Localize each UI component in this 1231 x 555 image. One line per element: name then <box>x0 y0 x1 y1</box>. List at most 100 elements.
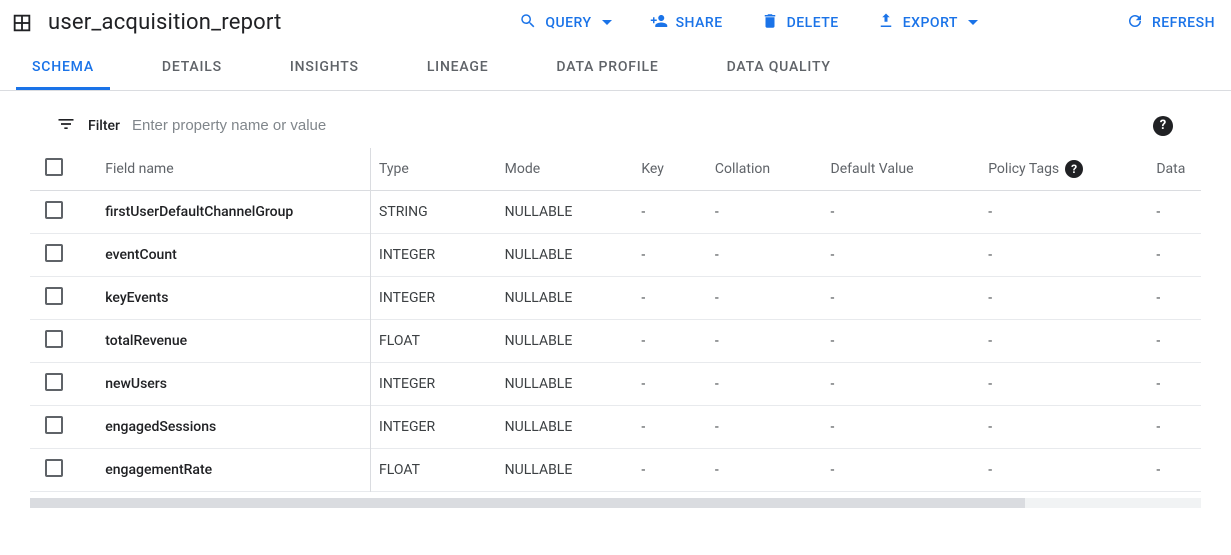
cell-default-value: - <box>823 320 981 363</box>
cell-key: - <box>633 320 707 363</box>
col-last[interactable]: Data <box>1148 148 1201 191</box>
cell-field-name: newUsers <box>97 363 370 406</box>
cell-key: - <box>633 234 707 277</box>
cell-mode: NULLABLE <box>497 406 634 449</box>
table-icon <box>10 11 34 35</box>
cell-default-value: - <box>823 363 981 406</box>
table-row: keyEventsINTEGERNULLABLE----- <box>30 277 1201 320</box>
table-row: engagedSessionsINTEGERNULLABLE----- <box>30 406 1201 449</box>
refresh-icon <box>1126 12 1144 34</box>
export-label: Export <box>903 15 958 31</box>
cell-field-name: keyEvents <box>97 277 370 320</box>
row-checkbox[interactable] <box>45 287 63 305</box>
cell-field-name: firstUserDefaultChannelGroup <box>97 191 370 234</box>
row-checkbox[interactable] <box>45 330 63 348</box>
horizontal-scrollbar[interactable] <box>30 498 1201 508</box>
tab-data-profile[interactable]: Data Profile <box>540 45 674 90</box>
cell-type: INTEGER <box>371 363 497 406</box>
cell-policy-tags: - <box>980 191 1148 234</box>
cell-default-value: - <box>823 191 981 234</box>
cell-default-value: - <box>823 449 981 492</box>
col-default-value[interactable]: Default Value <box>823 148 981 191</box>
cell-last: - <box>1148 234 1201 277</box>
cell-type: INTEGER <box>371 406 497 449</box>
cell-last: - <box>1148 277 1201 320</box>
page-title: user_acquisition_report <box>48 10 281 35</box>
row-checkbox[interactable] <box>45 244 63 262</box>
col-field-name[interactable]: Field name <box>97 148 370 191</box>
tab-data-quality[interactable]: Data Quality <box>711 45 847 90</box>
cell-mode: NULLABLE <box>497 191 634 234</box>
table-row: totalRevenueFLOATNULLABLE----- <box>30 320 1201 363</box>
cell-policy-tags: - <box>980 363 1148 406</box>
cell-mode: NULLABLE <box>497 320 634 363</box>
cell-type: STRING <box>371 191 497 234</box>
col-mode[interactable]: Mode <box>497 148 634 191</box>
filter-row: Filter ? <box>0 91 1231 148</box>
tab-schema[interactable]: Schema <box>16 45 110 90</box>
table-row: newUsersINTEGERNULLABLE----- <box>30 363 1201 406</box>
cell-policy-tags: - <box>980 234 1148 277</box>
table-header-row: Field name Type Mode Key Collation Defau… <box>30 148 1201 191</box>
header-toolbar: user_acquisition_report Query Share Dele… <box>0 0 1231 45</box>
row-checkbox[interactable] <box>45 373 63 391</box>
col-policy-tags-label: Policy Tags <box>988 161 1059 177</box>
share-label: Share <box>676 15 723 31</box>
cell-collation: - <box>707 449 823 492</box>
search-icon <box>519 12 537 34</box>
cell-field-name: engagedSessions <box>97 406 370 449</box>
col-type[interactable]: Type <box>371 148 497 191</box>
table-row: engagementRateFLOATNULLABLE----- <box>30 449 1201 492</box>
cell-key: - <box>633 449 707 492</box>
cell-collation: - <box>707 234 823 277</box>
cell-default-value: - <box>823 406 981 449</box>
delete-label: Delete <box>787 15 839 31</box>
delete-button[interactable]: Delete <box>761 12 839 34</box>
cell-collation: - <box>707 363 823 406</box>
tab-details[interactable]: Details <box>146 45 238 90</box>
help-icon[interactable]: ? <box>1065 160 1083 178</box>
export-button[interactable]: Export <box>877 12 978 34</box>
cell-default-value: - <box>823 277 981 320</box>
col-collation[interactable]: Collation <box>707 148 823 191</box>
cell-collation: - <box>707 406 823 449</box>
cell-type: INTEGER <box>371 277 497 320</box>
share-button[interactable]: Share <box>650 12 723 34</box>
select-all-checkbox[interactable] <box>45 158 63 176</box>
cell-key: - <box>633 277 707 320</box>
cell-policy-tags: - <box>980 277 1148 320</box>
cell-field-name: engagementRate <box>97 449 370 492</box>
tab-insights[interactable]: Insights <box>274 45 375 90</box>
cell-key: - <box>633 191 707 234</box>
row-checkbox[interactable] <box>45 201 63 219</box>
help-icon[interactable]: ? <box>1153 116 1173 136</box>
cell-mode: NULLABLE <box>497 234 634 277</box>
cell-last: - <box>1148 191 1201 234</box>
cell-field-name: totalRevenue <box>97 320 370 363</box>
query-label: Query <box>545 15 591 31</box>
query-button[interactable]: Query <box>519 12 611 34</box>
scrollbar-thumb[interactable] <box>30 498 1025 508</box>
tabs: Schema Details Insights Lineage Data Profile… <box>0 45 1231 91</box>
row-checkbox[interactable] <box>45 459 63 477</box>
row-checkbox[interactable] <box>45 416 63 434</box>
export-icon <box>877 12 895 34</box>
filter-input[interactable] <box>132 113 1141 138</box>
cell-default-value: - <box>823 234 981 277</box>
trash-icon <box>761 12 779 34</box>
cell-type: INTEGER <box>371 234 497 277</box>
tab-lineage[interactable]: Lineage <box>411 45 505 90</box>
table-row: firstUserDefaultChannelGroupSTRINGNULLAB… <box>30 191 1201 234</box>
col-policy-tags[interactable]: Policy Tags ? <box>980 148 1148 191</box>
header-actions: Query Share Delete Export <box>519 12 1215 34</box>
cell-last: - <box>1148 449 1201 492</box>
cell-last: - <box>1148 406 1201 449</box>
cell-last: - <box>1148 363 1201 406</box>
chevron-down-icon <box>968 20 978 25</box>
refresh-button[interactable]: Refresh <box>1126 12 1215 34</box>
col-key[interactable]: Key <box>633 148 707 191</box>
person-add-icon <box>650 12 668 34</box>
cell-collation: - <box>707 320 823 363</box>
filter-icon <box>56 114 76 138</box>
cell-field-name: eventCount <box>97 234 370 277</box>
